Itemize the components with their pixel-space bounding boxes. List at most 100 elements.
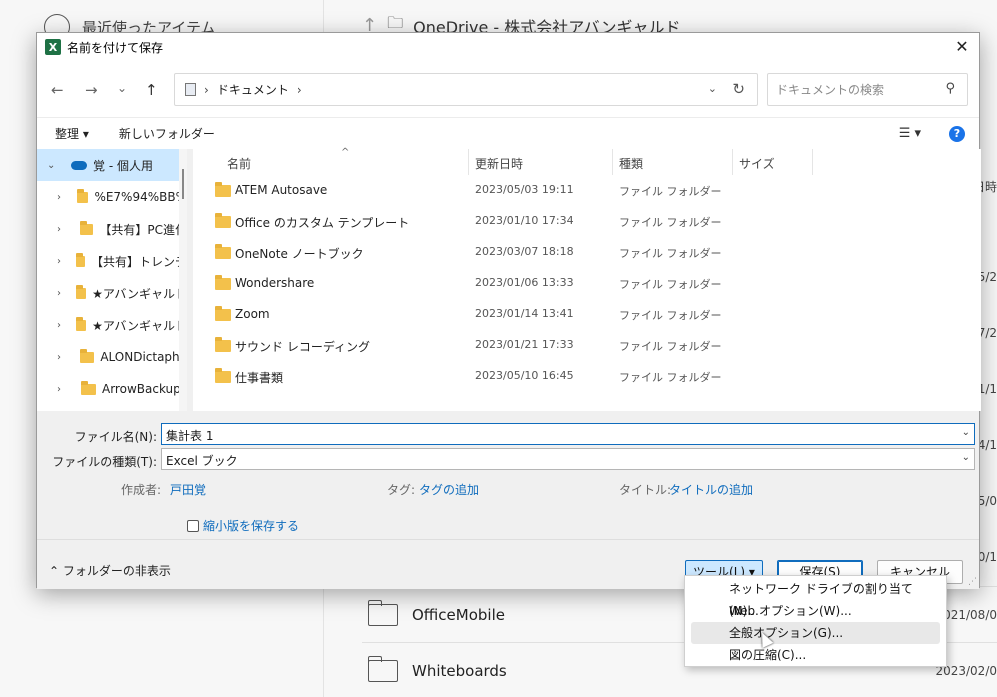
background-edge-text: 4/1 — [977, 438, 997, 452]
background-edge-text: 5/0 — [977, 494, 997, 508]
file-row[interactable]: 仕事書類 2023/05/10 16:45 ファイル フォルダー — [193, 361, 981, 392]
chevron-down-icon[interactable]: ⌄ — [962, 427, 970, 438]
refresh-icon[interactable]: ↻ — [732, 80, 745, 98]
save-thumbnail-label: 縮小版を保存する — [203, 519, 300, 533]
tree-item-label: 【共有】トレンデ — [90, 254, 187, 269]
filename-field[interactable]: 集計表 1 ⌄ — [161, 423, 975, 445]
folder-icon — [79, 220, 94, 235]
tree-item[interactable]: › ArrowBackup — [37, 373, 187, 405]
file-name: ATEM Autosave — [235, 183, 328, 197]
menu-item-web-options[interactable]: Web オプション(W)... — [691, 600, 940, 622]
folder-icon — [215, 368, 231, 383]
new-folder-button[interactable]: 新しいフォルダー — [119, 125, 215, 142]
chevron-right-icon[interactable]: › — [57, 224, 70, 235]
recent-locations-chevron-icon[interactable]: ⌄ — [117, 81, 127, 95]
folder-icon — [367, 599, 398, 626]
save-thumbnail-checkbox[interactable]: 縮小版を保存する — [187, 517, 299, 534]
menu-item-general-options[interactable]: 全般オプション(G)... — [691, 622, 940, 644]
file-row[interactable]: サウンド レコーディング 2023/01/21 17:33 ファイル フォルダー — [193, 330, 981, 361]
folder-icon — [215, 275, 231, 290]
file-name: 仕事書類 — [235, 371, 284, 385]
column-type[interactable]: 種類 — [619, 155, 643, 172]
dialog-titlebar[interactable]: X 名前を付けて保存 ✕ — [37, 33, 979, 61]
chevron-down-icon[interactable]: ⌄ — [962, 452, 970, 463]
address-dropdown-icon[interactable]: ⌄ — [708, 82, 717, 95]
column-divider[interactable] — [612, 149, 613, 175]
file-modified: 2023/03/07 18:18 — [475, 245, 574, 258]
tree-scrollbar[interactable] — [179, 149, 187, 411]
chevron-right-icon[interactable]: › — [57, 352, 70, 363]
tree-item-onedrive[interactable]: ⌄ 覚 - 個人用 — [37, 149, 187, 181]
column-size[interactable]: サイズ — [739, 155, 775, 172]
title-value[interactable]: タイトルの追加 — [669, 481, 753, 498]
folder-icon — [367, 655, 398, 682]
tags-label: タグ: — [387, 483, 416, 497]
address-bar[interactable]: › ドキュメント › ⌄ ↻ — [174, 73, 758, 106]
breadcrumb-separator[interactable]: › — [204, 83, 209, 97]
tree-item-label: ★アバンギャルド — [92, 318, 187, 333]
file-row[interactable]: Zoom 2023/01/14 13:41 ファイル フォルダー — [193, 299, 981, 330]
search-box[interactable]: ドキュメントの検索 ⚲ — [767, 73, 968, 106]
hide-folders-toggle[interactable]: ⌃ フォルダーの非表示 — [49, 562, 171, 579]
file-row[interactable]: Wondershare 2023/01/06 13:33 ファイル フォルダー — [193, 268, 981, 299]
file-name: OneNote ノートブック — [235, 247, 364, 261]
author-value[interactable]: 戸田覚 — [170, 481, 206, 498]
breadcrumb-separator[interactable]: › — [297, 83, 302, 97]
scrollbar-thumb[interactable] — [182, 169, 184, 199]
chevron-right-icon[interactable]: › — [57, 256, 66, 267]
file-type: ファイル フォルダー — [619, 340, 722, 353]
tree-item-label: ★アバンギャルド — [92, 286, 187, 301]
file-type: ファイル フォルダー — [619, 216, 722, 229]
chevron-right-icon[interactable]: › — [57, 320, 66, 331]
file-modified: 2023/01/14 13:41 — [475, 307, 574, 320]
chevron-down-icon[interactable]: ⌄ — [47, 160, 61, 171]
column-divider[interactable] — [732, 149, 733, 175]
tags-value[interactable]: タグの追加 — [419, 481, 479, 498]
tree-item[interactable]: › ALONDictapho — [37, 341, 187, 373]
title-label: タイトル: — [619, 483, 672, 497]
column-divider[interactable] — [812, 149, 813, 175]
tree-item[interactable]: › %E7%94%BB% — [37, 181, 187, 213]
folder-icon — [77, 188, 89, 203]
filetype-select[interactable]: Excel ブック ⌄ — [161, 448, 975, 470]
tree-item[interactable]: › ★アバンギャルド — [37, 309, 187, 341]
search-icon[interactable]: ⚲ — [945, 81, 955, 96]
tree-item[interactable]: › ★アバンギャルド — [37, 277, 187, 309]
organize-menu[interactable]: 整理 ▾ — [55, 125, 89, 142]
menu-item-map-network-drive[interactable]: ネットワーク ドライブの割り当て(N)... — [691, 578, 940, 618]
chevron-right-icon[interactable]: › — [57, 384, 71, 395]
column-modified[interactable]: 更新日時 — [475, 155, 523, 172]
file-list: ^ 名前 更新日時 種類 サイズ ATEM Autosave 2023/05/03… — [193, 147, 981, 411]
help-icon[interactable]: ? — [949, 126, 965, 142]
tools-dropdown-menu: ネットワーク ドライブの割り当て(N)... Web オプション(W)... 全… — [684, 575, 947, 667]
file-row[interactable]: ATEM Autosave 2023/05/03 19:11 ファイル フォルダー — [193, 175, 981, 206]
file-type: ファイル フォルダー — [619, 309, 722, 322]
resize-grip-icon[interactable]: ⋰ — [968, 577, 977, 587]
hide-folders-label: フォルダーの非表示 — [62, 564, 171, 578]
file-type: ファイル フォルダー — [619, 278, 722, 291]
file-name: Office のカスタム テンプレート — [235, 216, 410, 230]
chevron-up-icon: ⌃ — [49, 564, 60, 578]
chevron-right-icon[interactable]: › — [57, 192, 67, 203]
file-modified: 2023/05/10 16:45 — [475, 369, 574, 382]
column-divider[interactable] — [468, 149, 469, 175]
search-input[interactable]: ドキュメントの検索 — [776, 81, 884, 98]
close-button[interactable]: ✕ — [951, 37, 973, 57]
forward-arrow-icon[interactable]: → — [85, 81, 98, 99]
tree-item[interactable]: › 【共有】トレンデ — [37, 245, 187, 277]
breadcrumb-documents[interactable]: ドキュメント — [217, 81, 289, 98]
view-options-icon[interactable]: ☰ ▾ — [899, 126, 921, 141]
chevron-right-icon[interactable]: › — [57, 288, 66, 299]
file-type: ファイル フォルダー — [619, 247, 722, 260]
menu-item-compress-pictures[interactable]: 図の圧縮(C)... — [691, 644, 940, 666]
tree-item-label: 【共有】PC進化 — [99, 222, 187, 237]
up-arrow-icon[interactable]: ↑ — [145, 81, 158, 99]
tree-item[interactable]: › 【共有】PC進化 — [37, 213, 187, 245]
tree-item-label: ArrowBackup — [102, 382, 181, 396]
file-row[interactable]: Office のカスタム テンプレート 2023/01/10 17:34 ファイル … — [193, 206, 981, 237]
file-row[interactable]: OneNote ノートブック 2023/03/07 18:18 ファイル フォルダー — [193, 237, 981, 268]
filetype-value: Excel ブック — [166, 454, 238, 468]
back-arrow-icon[interactable]: ← — [51, 81, 64, 99]
checkbox[interactable] — [187, 519, 199, 532]
column-name[interactable]: 名前 — [227, 155, 251, 172]
